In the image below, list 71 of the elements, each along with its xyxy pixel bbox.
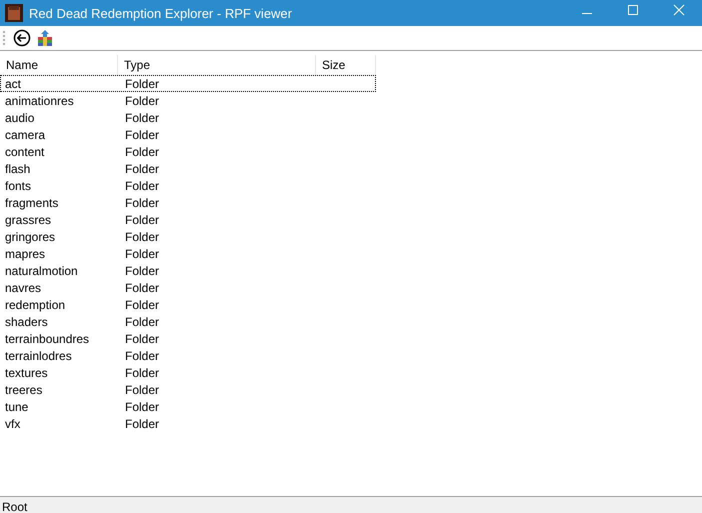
table-cell-text: fragments [4,196,60,210]
table-cell-text: naturalmotion [4,264,79,278]
table-cell-text: Folder [124,332,160,346]
table-cell-text: Folder [124,246,160,260]
table-cell-text: Folder [124,280,160,294]
list-row[interactable]: redemption Folder [0,296,376,313]
table-cell-text: Folder [124,212,160,226]
table-cell-text: treeres [4,382,44,396]
table-cell-text: audio [4,110,36,124]
list-row[interactable]: treeres Folder [0,381,376,398]
table-cell-text: vfx [4,416,22,430]
list-row[interactable]: gringores Folder [0,228,376,245]
list-row[interactable]: navres Folder [0,279,376,296]
table-cell-text: Folder [124,230,160,244]
list-row[interactable]: camera Folder [0,126,376,143]
list-row[interactable]: naturalmotion Folder [0,262,376,279]
back-icon[interactable] [13,29,31,47]
table-cell-text: shaders [4,314,49,328]
table-cell-text: terrainlodres [4,348,73,362]
table-cell-text: grassres [4,212,52,226]
table-cell-text: gringores [4,230,56,244]
list-row[interactable]: fonts Folder [0,177,376,194]
list-row[interactable]: grassres Folder [0,211,376,228]
table-cell-text: mapres [4,246,46,260]
table-cell-text: navres [4,280,42,294]
table-cell-text: textures [4,366,49,380]
table-cell-text: Folder [124,314,160,328]
table-cell-text: Folder [124,94,160,108]
list-row[interactable]: act Folder [0,75,376,92]
table-cell-text: fonts [4,178,32,192]
table-cell-text: act [4,76,22,90]
table-cell-text: Folder [124,366,160,380]
list-row[interactable]: textures Folder [0,364,376,381]
column-header[interactable]: Name [0,55,118,75]
table-cell-text: Folder [124,162,160,176]
list-row[interactable]: content Folder [0,143,376,160]
list-row[interactable]: tune Folder [0,398,376,415]
table-cell-text: Folder [124,128,160,142]
table-cell-text: Folder [124,196,160,210]
list-row[interactable]: shaders Folder [0,313,376,330]
table-cell-text: Folder [124,144,160,158]
column-header[interactable]: Size [316,55,376,75]
table-cell-text: redemption [4,298,66,312]
table-cell-text: Folder [124,382,160,396]
table-cell-text: flash [4,162,32,176]
list-row[interactable]: audio Folder [0,109,376,126]
table-cell-text: Folder [124,348,160,362]
list-row[interactable]: animationres Folder [0,92,376,109]
list-row[interactable]: terrainboundres Folder [0,330,376,347]
table-cell-text: tune [4,400,30,414]
table-cell-text: Folder [124,76,160,90]
table-cell-text: camera [4,128,46,142]
column-header[interactable]: Type [118,55,316,75]
app-icon [5,4,23,22]
table-cell-text: Folder [124,416,160,430]
table-cell-text: Folder [124,110,160,124]
window-title: Red Dead Redemption Explorer - RPF viewer [29,6,293,20]
table-cell-text: content [4,144,46,158]
list-row[interactable]: fragments Folder [0,194,376,211]
list-row[interactable]: mapres Folder [0,245,376,262]
table-cell-text: Folder [124,178,160,192]
list-row[interactable]: vfx Folder [0,415,376,432]
table-cell-text: Folder [124,400,160,414]
archive-icon[interactable] [37,30,53,46]
table-cell-text: Folder [124,264,160,278]
status-text: Root [2,501,28,513]
table-cell-text: terrainboundres [4,332,90,346]
list-row[interactable]: terrainlodres Folder [0,347,376,364]
list-row[interactable]: flash Folder [0,160,376,177]
table-cell-text: Folder [124,298,160,312]
table-cell-text: animationres [4,94,75,108]
